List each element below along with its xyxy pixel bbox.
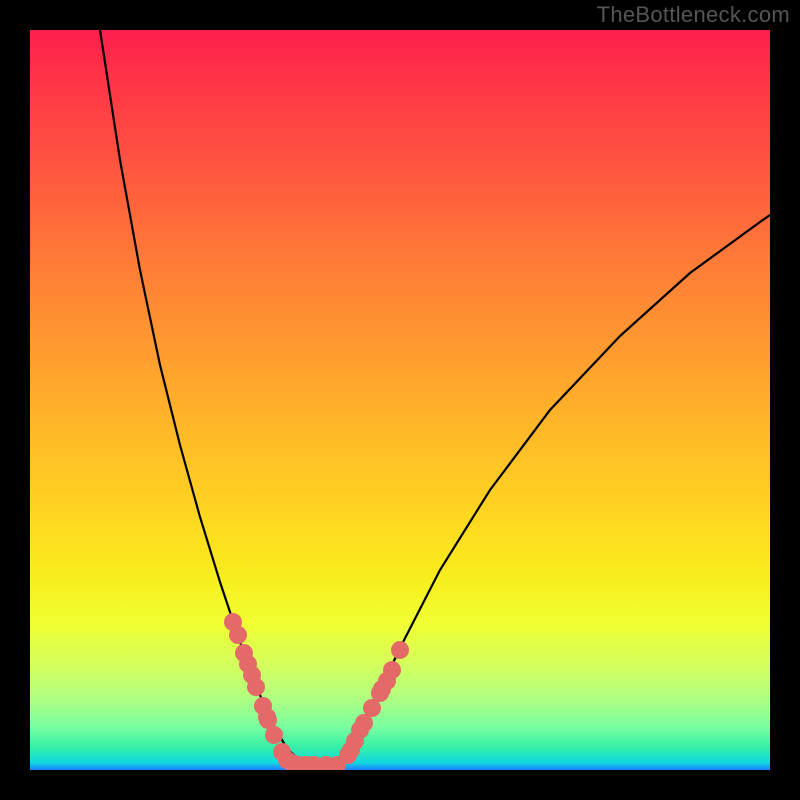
marker-point — [297, 756, 315, 770]
marker-point — [224, 613, 242, 631]
marker-group — [224, 613, 409, 770]
marker-point — [391, 641, 409, 659]
marker-point — [265, 726, 283, 744]
marker-point — [317, 756, 335, 770]
marker-point — [254, 697, 272, 715]
marker-point — [289, 756, 307, 770]
marker-point — [278, 751, 296, 769]
marker-point — [363, 699, 381, 717]
marker-point — [355, 714, 373, 732]
marker-point — [283, 754, 301, 770]
marker-point — [305, 756, 323, 770]
marker-point — [258, 708, 276, 726]
marker-point — [259, 711, 277, 729]
marker-point — [328, 756, 346, 770]
marker-point — [339, 746, 357, 764]
marker-point — [243, 666, 261, 684]
marker-point — [229, 626, 247, 644]
marker-point — [383, 661, 401, 679]
marker-point — [346, 732, 364, 750]
marker-point — [342, 741, 360, 759]
marker-point — [235, 644, 253, 662]
curve-svg — [30, 30, 770, 770]
marker-point — [273, 743, 291, 761]
plot-area — [30, 30, 770, 770]
bottleneck-curve — [100, 30, 770, 765]
marker-point — [239, 655, 257, 673]
marker-point — [371, 684, 389, 702]
marker-point — [351, 721, 369, 739]
marker-point — [247, 678, 265, 696]
watermark-text: TheBottleneck.com — [597, 2, 790, 28]
marker-point — [373, 680, 391, 698]
marker-point — [378, 672, 396, 690]
chart-stage: TheBottleneck.com — [0, 0, 800, 800]
